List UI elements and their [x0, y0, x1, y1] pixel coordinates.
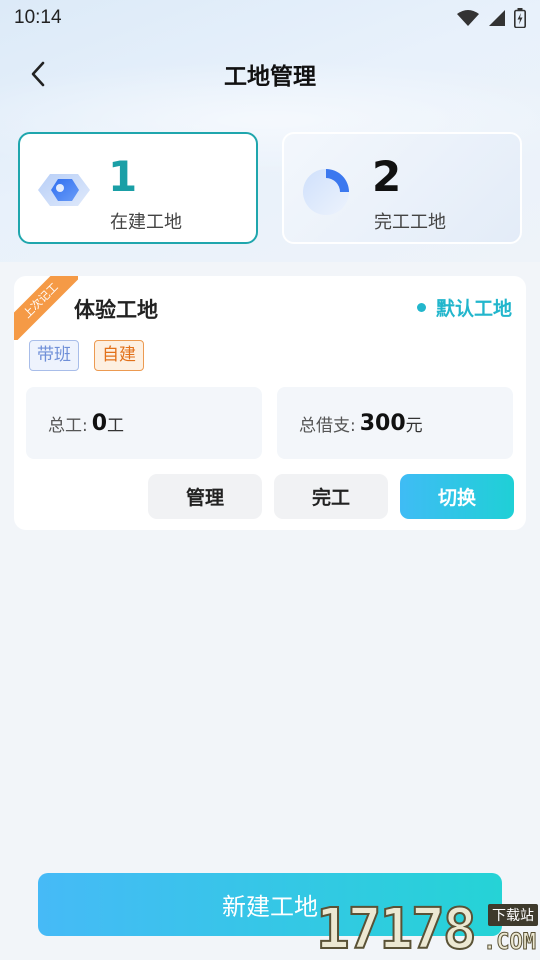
site-card[interactable]: 上次记工 体验工地 默认工地 带班 自建 总工: 0 工 总借支: 300 元 …: [14, 276, 526, 530]
completed-label: 完工工地: [374, 212, 446, 233]
pie-progress-icon: [303, 169, 349, 215]
watermark-tag: 下载站: [488, 904, 538, 926]
default-site-indicator: 默认工地: [416, 294, 512, 321]
completed-count: 2: [372, 152, 402, 201]
total-loan-value: 300: [359, 410, 406, 436]
manage-button[interactable]: 管理: [148, 474, 262, 519]
total-loan-label: 总借支:: [299, 415, 356, 436]
in-progress-label: 在建工地: [110, 212, 182, 233]
battery-icon: [514, 8, 526, 28]
in-progress-sites-card[interactable]: 1 在建工地: [18, 132, 258, 244]
total-work-box: 总工: 0 工: [26, 387, 262, 459]
default-site-label: 默认工地: [435, 298, 512, 320]
dot-icon: [416, 303, 426, 312]
watermark-number: 17178: [315, 897, 478, 960]
watermark-domain: .COM: [483, 930, 537, 956]
completed-sites-card[interactable]: 2 完工工地: [282, 132, 522, 244]
status-bar: 10:14: [0, 0, 540, 36]
last-record-ribbon: 上次记工: [14, 276, 78, 340]
tag-self-built: 自建: [94, 340, 144, 371]
total-loan-box: 总借支: 300 元: [277, 387, 513, 459]
signal-icon: [489, 10, 505, 26]
tag-team-lead: 带班: [29, 340, 79, 371]
hexagon-icon: [38, 174, 90, 206]
wifi-icon: [457, 10, 479, 26]
ribbon-wrap: 上次记工: [14, 276, 78, 340]
status-time: 10:14: [14, 7, 62, 28]
switch-button[interactable]: 切换: [400, 474, 514, 519]
total-loan-unit: 元: [405, 415, 423, 436]
finish-button[interactable]: 完工: [274, 474, 388, 519]
total-work-unit: 工: [107, 415, 125, 436]
page-title: 工地管理: [224, 64, 316, 90]
nav-bar: 工地管理: [0, 46, 540, 102]
status-icons: [456, 8, 526, 28]
total-work-label: 总工:: [48, 415, 88, 436]
total-work-value: 0: [91, 410, 108, 436]
back-button[interactable]: [22, 58, 54, 90]
site-name: 体验工地: [74, 298, 158, 322]
chevron-left-icon: [31, 61, 45, 87]
in-progress-count: 1: [108, 152, 138, 201]
watermark-logo: 17178 下载站 .COM: [315, 897, 540, 960]
